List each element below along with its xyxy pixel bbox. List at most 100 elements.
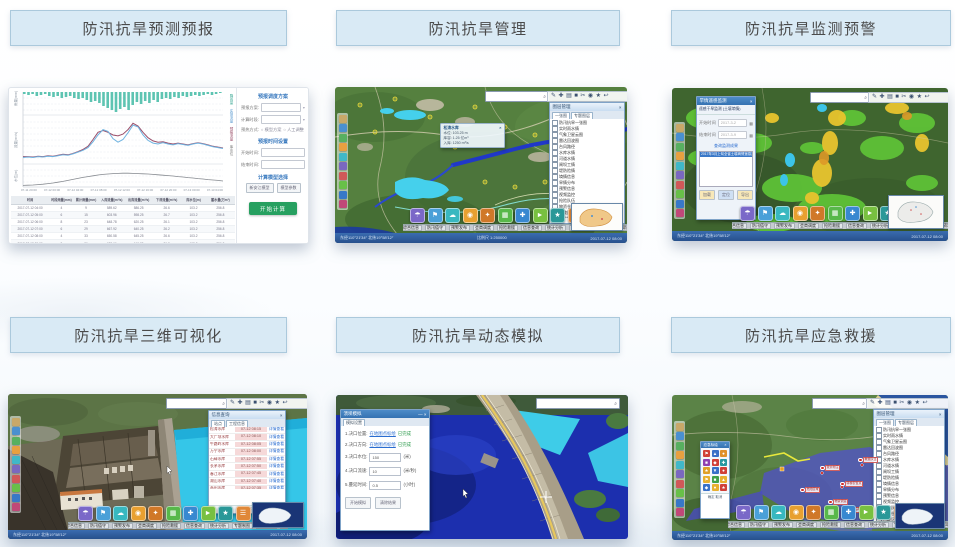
map-tool-icon[interactable]: ◉ <box>588 92 593 101</box>
layer-checkbox[interactable] <box>552 186 558 192</box>
dock-app-icon[interactable]: ☁ <box>771 505 786 520</box>
map-tool-icon[interactable]: ■ <box>253 399 257 408</box>
dock-label[interactable]: 信息查询 <box>844 522 865 528</box>
plot-symbol[interactable]: ▼ <box>712 467 719 474</box>
dock-app-icon[interactable]: ★ <box>218 506 233 521</box>
plot-symbol[interactable]: ▲ <box>712 450 719 457</box>
details-link[interactable]: 详情查看 <box>268 479 284 484</box>
tool-icon[interactable] <box>676 152 684 160</box>
search-icon[interactable]: ⌕ <box>862 401 865 407</box>
plot-symbol[interactable]: ⚑ <box>703 450 710 457</box>
dock-label[interactable]: 信息查询 <box>184 523 205 529</box>
layer-checkbox[interactable] <box>552 138 558 144</box>
map-tool-icon[interactable]: ↩ <box>283 399 288 408</box>
layer-checkbox[interactable] <box>876 433 882 439</box>
duration-input[interactable]: 0.5 <box>369 481 401 490</box>
layer-checkbox[interactable] <box>876 487 882 493</box>
tool-icon[interactable] <box>339 153 347 161</box>
tab-map[interactable]: 一张图 <box>876 419 894 426</box>
details-link[interactable]: 详情查看 <box>268 457 284 462</box>
tool-icon[interactable] <box>12 484 20 492</box>
dock-app-icon[interactable]: ✦ <box>806 505 821 520</box>
layer-checkbox[interactable] <box>552 198 558 204</box>
dock-label[interactable]: 会商调度 <box>136 523 157 529</box>
tool-icon[interactable] <box>339 134 347 142</box>
query-results-link[interactable]: 查询监测成果 <box>697 143 755 149</box>
dock-app-icon[interactable]: ✦ <box>810 206 825 221</box>
layer-checkbox[interactable] <box>552 174 558 180</box>
dock-app-icon[interactable]: ▦ <box>828 206 843 221</box>
plot-symbol[interactable]: ◆ <box>703 484 710 491</box>
dock-app-icon[interactable]: ☂ <box>736 505 751 520</box>
tool-icon[interactable] <box>676 423 684 431</box>
dock-app-icon[interactable]: ☰ <box>236 506 251 521</box>
map-tool-icon[interactable]: ▤ <box>885 399 891 408</box>
map-tool-icon[interactable]: ▤ <box>245 399 251 408</box>
tool-icon[interactable] <box>339 181 347 189</box>
layer-checkbox[interactable] <box>876 469 882 475</box>
pick-location-link[interactable]: 在地图点标绘 <box>369 431 395 437</box>
minimize-icon[interactable]: — <box>418 412 423 417</box>
dock-app-icon[interactable]: ☂ <box>740 206 755 221</box>
dock-label[interactable]: 抢险救援 <box>822 223 843 229</box>
model-button[interactable]: 新安江模型 <box>246 183 274 193</box>
tool-icon[interactable] <box>12 503 20 511</box>
station-row[interactable]: 春江水库 07-12 07:45 详情查看 <box>209 471 285 478</box>
layer-checkbox[interactable] <box>552 156 558 162</box>
dock-app-icon[interactable]: ✚ <box>515 208 530 223</box>
period-select[interactable] <box>261 115 301 124</box>
dock-app-icon[interactable]: ⚑ <box>428 208 443 223</box>
station-row[interactable]: 湖山水库 07-12 07:40 详情查看 <box>209 478 285 485</box>
tool-icon[interactable] <box>676 181 684 189</box>
dock-label[interactable]: 抢险救援 <box>497 225 518 231</box>
tool-icon[interactable] <box>676 480 684 488</box>
map-tool-icon[interactable]: ★ <box>275 399 280 408</box>
incident-marker-icon[interactable] <box>858 458 863 463</box>
tool-icon[interactable] <box>676 432 684 440</box>
close-icon[interactable]: × <box>424 412 427 417</box>
layer-checkbox[interactable] <box>552 132 558 138</box>
layer-checkbox[interactable] <box>876 427 882 433</box>
dock-app-icon[interactable]: ☂ <box>410 208 425 223</box>
tool-icon[interactable] <box>676 451 684 459</box>
map-tool-icon[interactable]: ✂ <box>580 92 585 101</box>
plot-symbol[interactable]: ● <box>720 467 727 474</box>
search-icon[interactable]: ⌕ <box>864 95 867 101</box>
dock-app-icon[interactable]: ✚ <box>183 506 198 521</box>
dock-app-icon[interactable]: ▦ <box>166 506 181 521</box>
tool-icon[interactable] <box>12 494 20 502</box>
details-link[interactable]: 详情查看 <box>268 435 284 440</box>
layer-checkbox[interactable] <box>876 499 882 505</box>
tab-stations[interactable]: 站点 <box>211 420 225 427</box>
radio-model[interactable]: ○ 模型方案 <box>261 127 281 133</box>
close-icon[interactable]: × <box>724 443 726 447</box>
layer-checkbox[interactable] <box>876 493 882 499</box>
tab-thematic[interactable]: 专题图层 <box>571 112 593 119</box>
dock-app-icon[interactable]: ✦ <box>480 208 495 223</box>
calendar-icon[interactable]: ▦ <box>749 121 753 126</box>
dock-app-icon[interactable]: ☁ <box>113 506 128 521</box>
dock-label[interactable]: 防汛值守 <box>425 225 446 231</box>
radio-manual[interactable]: ○ 人工调整 <box>283 127 303 133</box>
table-row[interactable]: 2017-07-12 05:00615603.96598.2526.7103.2… <box>11 212 235 219</box>
station-row[interactable]: 大广坝水库 07-12 08:10 详情查看 <box>209 434 285 441</box>
dock-label[interactable]: 综合信息 <box>68 523 85 529</box>
tool-icon[interactable] <box>12 475 20 483</box>
dock-app-icon[interactable]: ◉ <box>131 506 146 521</box>
tool-icon[interactable] <box>339 143 347 151</box>
tool-icon[interactable] <box>12 465 20 473</box>
flow-speed-input[interactable]: 10 <box>369 467 401 476</box>
dock-app-icon[interactable]: ✚ <box>845 206 860 221</box>
layer-checkbox[interactable] <box>876 451 882 457</box>
calendar-icon[interactable]: ▦ <box>749 133 753 138</box>
map-tool-icon[interactable]: ■ <box>895 93 899 102</box>
dock-label[interactable]: 专题制图 <box>232 523 253 529</box>
tool-icon[interactable] <box>339 115 347 123</box>
tool-icon[interactable] <box>339 200 347 208</box>
dock-app-icon[interactable]: ★ <box>876 505 891 520</box>
map-tool-icon[interactable]: ◉ <box>909 93 914 102</box>
plot-symbol[interactable]: ★ <box>703 467 710 474</box>
search-icon[interactable]: ⌕ <box>614 401 617 407</box>
details-link[interactable]: 详情查看 <box>268 427 284 432</box>
tool-icon[interactable] <box>676 133 684 141</box>
